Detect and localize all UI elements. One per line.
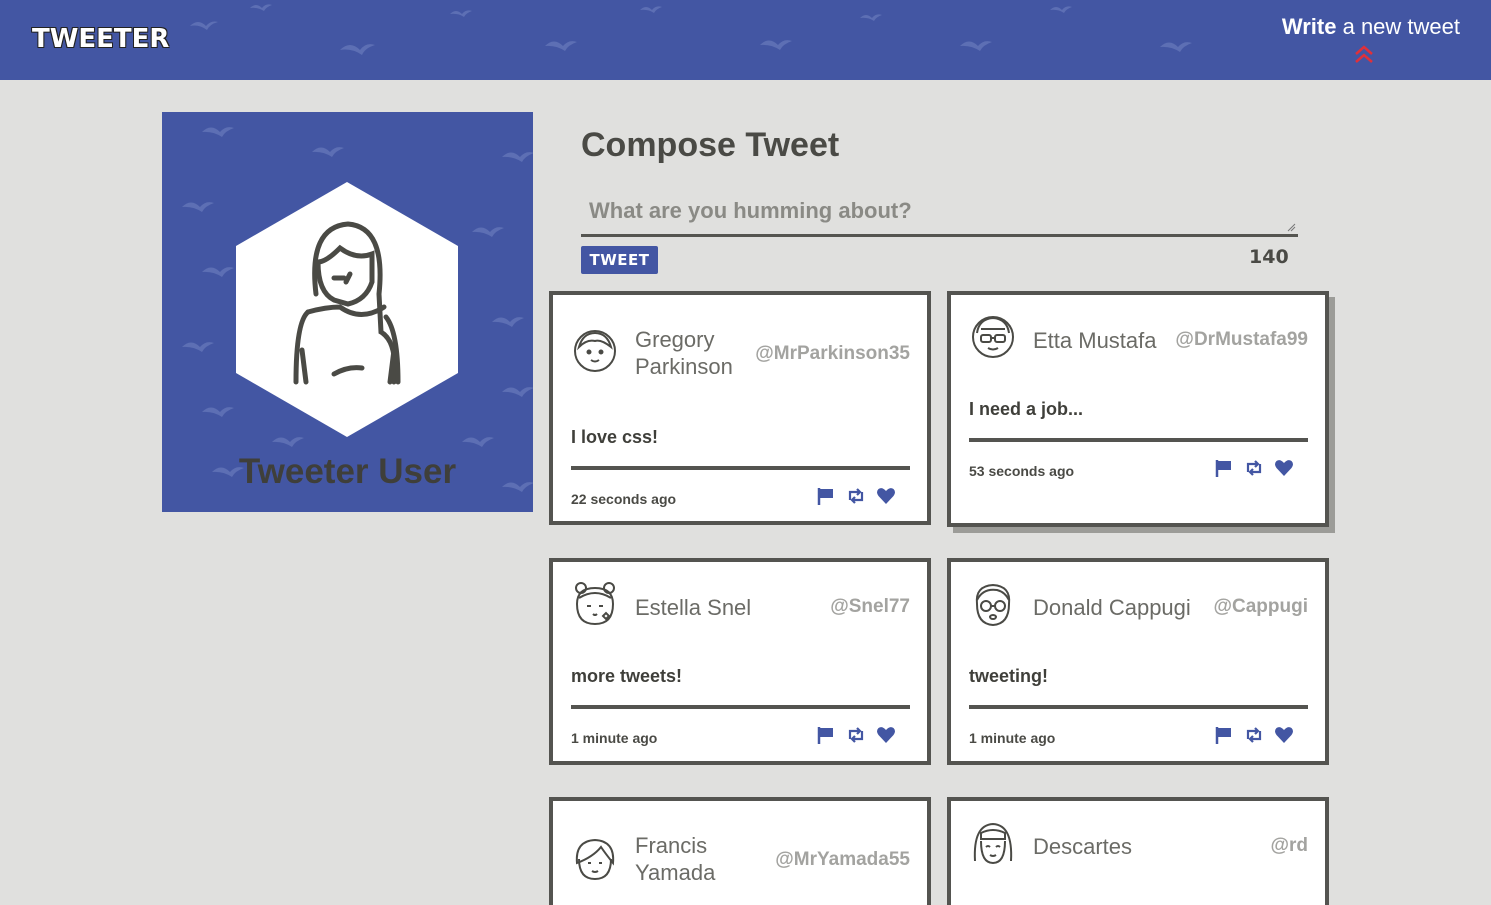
divider — [969, 438, 1308, 442]
tweet-timestamp: 53 seconds ago — [969, 463, 1075, 479]
heart-icon[interactable] — [1274, 725, 1294, 745]
divider — [571, 705, 910, 709]
tweet-text: tweeting! — [969, 666, 1048, 686]
tweet-card: Donald Cappugi @Cappugi tweeting! 1 minu… — [947, 558, 1329, 765]
write-label-rest: a new tweet — [1342, 14, 1460, 39]
tweet-card: Estella Snel @Snel77 more tweets! 1 minu… — [549, 558, 931, 765]
tweet-card: Gregory Parkinson @MrParkinson35 I love … — [549, 291, 931, 525]
flag-icon[interactable] — [816, 725, 836, 745]
tweet-button[interactable]: TWEET — [581, 246, 658, 274]
tweet-author-name: Donald Cappugi — [1033, 595, 1191, 620]
tweet-author-handle: @Cappugi — [1213, 596, 1308, 617]
tweet-author-handle: @rd — [1270, 835, 1308, 856]
heart-icon[interactable] — [876, 486, 896, 506]
flag-icon[interactable] — [1214, 725, 1234, 745]
avatar-icon — [575, 582, 615, 626]
tweet-actions — [1214, 725, 1294, 745]
tweet-text: more tweets! — [571, 666, 683, 686]
bird-pattern — [190, 4, 1192, 55]
flag-icon[interactable] — [816, 486, 836, 506]
write-new-tweet-link[interactable]: Write a new tweet — [1282, 14, 1460, 40]
tweet-card: Descartes @rd — [947, 797, 1329, 905]
tweet-author-name: Descartes — [1033, 834, 1133, 859]
tweet-author-name: Francis Yamada — [635, 833, 716, 885]
avatar-icon — [972, 316, 1014, 358]
heart-icon[interactable] — [876, 725, 896, 745]
tweet-textarea[interactable] — [581, 194, 1298, 237]
tweet-author-name: Etta Mustafa — [1033, 328, 1157, 353]
flag-icon[interactable] — [1214, 458, 1234, 478]
resize-grip-icon[interactable] — [1286, 222, 1296, 232]
tweet-author-handle: @DrMustafa99 — [1175, 329, 1308, 350]
profile-name: Tweeter User — [238, 452, 457, 491]
retweet-icon[interactable] — [846, 486, 866, 506]
compose-title: Compose Tweet — [581, 126, 840, 164]
avatar-icon — [574, 330, 616, 372]
avatar-icon — [973, 822, 1013, 865]
tweet-text: I love css! — [571, 427, 659, 447]
retweet-icon[interactable] — [846, 725, 866, 745]
tweet-author-name: Estella Snel — [635, 595, 752, 620]
tweet-author-handle: @MrYamada55 — [775, 849, 910, 870]
write-label-bold: Write — [1281, 14, 1337, 39]
brand-logo[interactable]: TWEETER — [32, 24, 169, 54]
double-chevron-up-icon[interactable] — [1354, 44, 1374, 66]
tweet-card: Francis Yamada @MrYamada55 — [549, 797, 931, 905]
divider — [571, 466, 910, 470]
tweet-author-name: Gregory Parkinson — [635, 327, 733, 379]
divider — [969, 705, 1308, 709]
tweet-author-handle: @Snel77 — [830, 596, 910, 617]
tweet-actions — [1214, 458, 1294, 478]
profile-avatar-icon — [236, 182, 458, 437]
tweet-timestamp: 22 seconds ago — [571, 491, 677, 507]
character-counter: 140 — [1249, 246, 1289, 268]
tweet-actions — [816, 725, 896, 745]
tweet-card: Etta Mustafa @DrMustafa99 I need a job..… — [947, 291, 1329, 527]
avatar-icon — [975, 583, 1011, 627]
tweet-timestamp: 1 minute ago — [571, 730, 658, 746]
top-nav: TWEETER Write a new tweet — [0, 0, 1491, 80]
heart-icon[interactable] — [1274, 458, 1294, 478]
retweet-icon[interactable] — [1244, 725, 1264, 745]
tweet-author-handle: @MrParkinson35 — [755, 343, 910, 364]
retweet-icon[interactable] — [1244, 458, 1264, 478]
avatar-icon — [575, 838, 615, 881]
tweet-text: I need a job... — [969, 399, 1084, 419]
profile-card: Tweeter User — [162, 112, 533, 512]
tweet-actions — [816, 486, 896, 506]
tweet-timestamp: 1 minute ago — [969, 730, 1056, 746]
